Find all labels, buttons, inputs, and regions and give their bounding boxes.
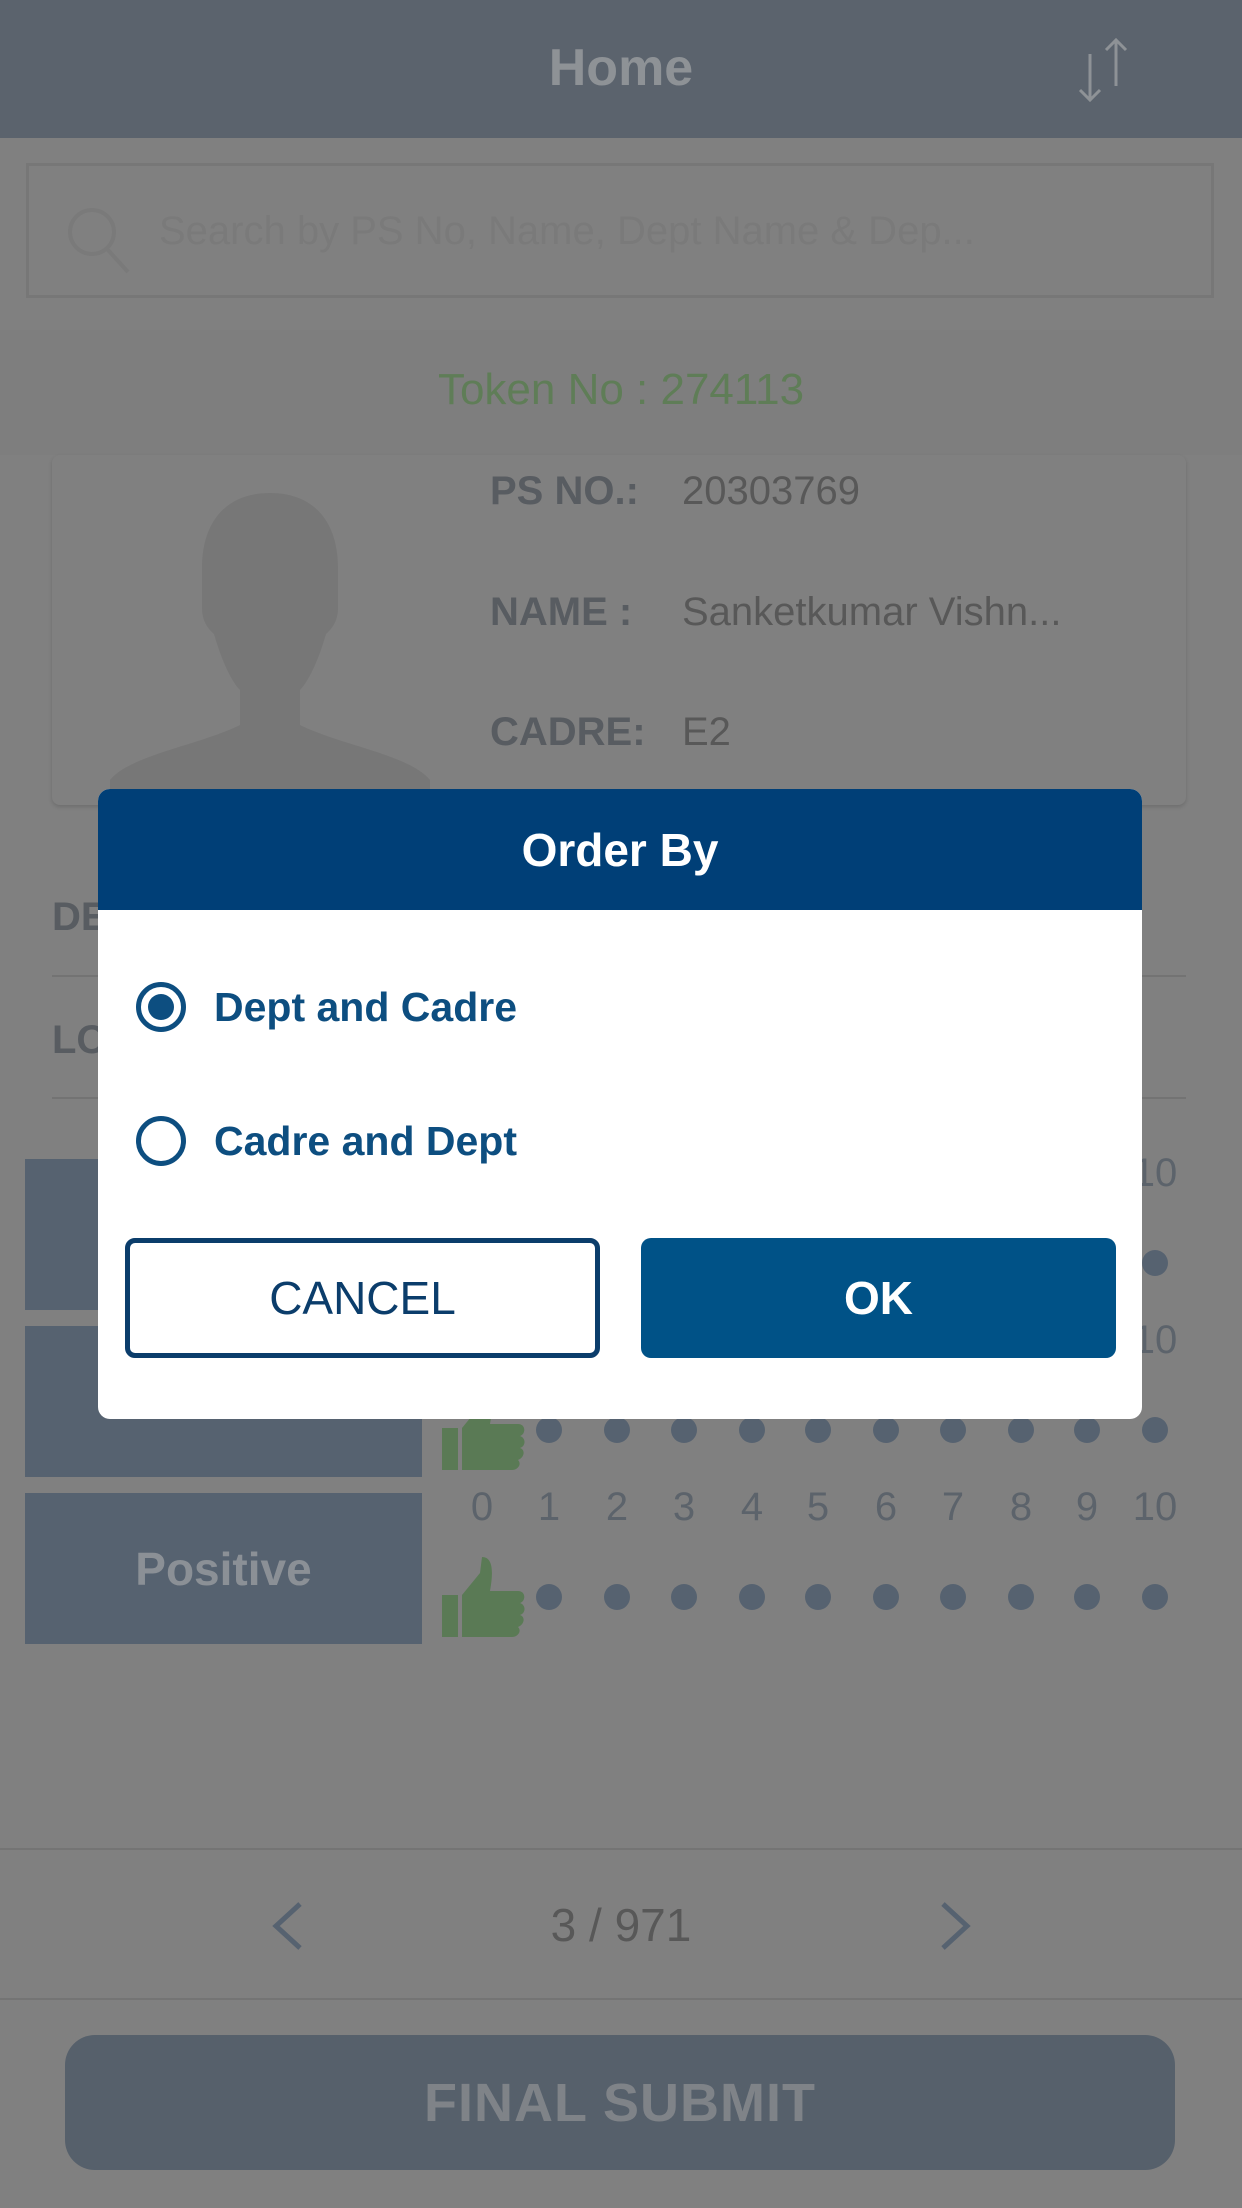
rating-scale-number: 5 bbox=[806, 1485, 830, 1529]
page-title: Home bbox=[548, 39, 694, 97]
rating-scale-number: 2 bbox=[605, 1485, 629, 1529]
rating-dot[interactable] bbox=[671, 1584, 697, 1610]
rating-dot[interactable] bbox=[1074, 1584, 1100, 1610]
rating-dot[interactable] bbox=[739, 1584, 765, 1610]
avatar-placeholder-icon bbox=[110, 493, 430, 805]
rating-scale-number: 7 bbox=[941, 1485, 965, 1529]
rating-scale-number: 6 bbox=[874, 1485, 898, 1529]
rating-scale-number: 3 bbox=[672, 1485, 696, 1529]
search-field[interactable] bbox=[26, 163, 1214, 298]
rating-dot[interactable] bbox=[805, 1584, 831, 1610]
cadre-label: CADRE: bbox=[490, 710, 646, 754]
option-dept-and-cadre[interactable]: Dept and Cadre bbox=[136, 967, 517, 1047]
final-submit-button[interactable]: FINAL SUBMIT bbox=[65, 2035, 1175, 2170]
app-header: Home bbox=[0, 0, 1242, 138]
rating-dot[interactable] bbox=[873, 1417, 899, 1443]
radio-unselected-icon[interactable] bbox=[136, 1116, 186, 1166]
search-icon bbox=[68, 208, 130, 274]
rating-dot[interactable] bbox=[805, 1417, 831, 1443]
rating-dot[interactable] bbox=[1142, 1584, 1168, 1610]
dialog-title: Order By bbox=[98, 789, 1142, 910]
search-input[interactable] bbox=[159, 196, 1179, 266]
rating-dot[interactable] bbox=[1142, 1417, 1168, 1443]
rating-dot[interactable] bbox=[1074, 1417, 1100, 1443]
rating-dot[interactable] bbox=[671, 1417, 697, 1443]
thumbs-up-icon[interactable] bbox=[440, 1555, 526, 1641]
pagination: 3 / 971 bbox=[0, 1848, 1242, 2000]
rating-scale-number: 1 bbox=[537, 1485, 561, 1529]
name-label: NAME : bbox=[490, 590, 633, 634]
token-number: Token No : 274113 bbox=[437, 365, 805, 414]
token-bar: Token No : 274113 bbox=[0, 330, 1242, 455]
rating-scale-number: 8 bbox=[1009, 1485, 1033, 1529]
employee-card: PS NO.: 20303769 NAME : Sanketkumar Vish… bbox=[52, 455, 1186, 805]
cancel-button[interactable]: CANCEL bbox=[125, 1238, 600, 1358]
rating-scale-number: 4 bbox=[740, 1485, 764, 1529]
rating-scale-number: 0 bbox=[470, 1485, 494, 1529]
rating-dot[interactable] bbox=[1142, 1250, 1168, 1276]
ok-button[interactable]: OK bbox=[641, 1238, 1116, 1358]
rating-dot[interactable] bbox=[873, 1584, 899, 1610]
rating-dot[interactable] bbox=[940, 1584, 966, 1610]
rating-dot[interactable] bbox=[940, 1417, 966, 1443]
option-label: Cadre and Dept bbox=[214, 1117, 517, 1164]
ps-no-value: 20303769 bbox=[682, 469, 860, 513]
rating-dot[interactable] bbox=[739, 1417, 765, 1443]
ps-no-label: PS NO.: bbox=[490, 469, 639, 513]
cadre-value: E2 bbox=[682, 710, 731, 754]
name-value: Sanketkumar Vishn... bbox=[682, 590, 1062, 634]
rating-dot[interactable] bbox=[1008, 1584, 1034, 1610]
rating-dot[interactable] bbox=[1008, 1417, 1034, 1443]
chevron-right-icon[interactable] bbox=[935, 1900, 975, 1952]
radio-selected-icon[interactable] bbox=[136, 982, 186, 1032]
option-label: Dept and Cadre bbox=[214, 983, 517, 1030]
order-by-dialog: Order By Dept and Cadre Cadre and Dept C… bbox=[98, 789, 1142, 1419]
rating-dot[interactable] bbox=[536, 1584, 562, 1610]
rating-scale-number: 10 bbox=[1132, 1485, 1178, 1529]
rating-dot[interactable] bbox=[604, 1417, 630, 1443]
rating-dot[interactable] bbox=[536, 1417, 562, 1443]
sort-arrows-icon[interactable] bbox=[1068, 36, 1138, 106]
option-cadre-and-dept[interactable]: Cadre and Dept bbox=[136, 1101, 517, 1181]
page-indicator: 3 / 971 bbox=[550, 1899, 692, 1951]
rating-scale-number: 9 bbox=[1075, 1485, 1099, 1529]
rating-category-label: Positive bbox=[25, 1493, 422, 1644]
rating-dot[interactable] bbox=[604, 1584, 630, 1610]
